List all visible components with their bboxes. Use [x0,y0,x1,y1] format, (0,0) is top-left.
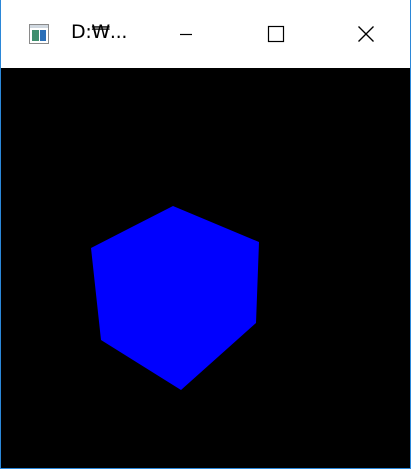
blue-cube [91,206,259,390]
close-icon [357,26,374,42]
minimize-button[interactable] [141,0,231,68]
title-bar[interactable]: D:₩... [1,0,410,68]
render-viewport[interactable] [1,68,410,468]
maximize-button[interactable] [231,0,321,68]
app-window: D:₩... [0,0,411,469]
cube-scene [91,206,259,390]
application-window-icon[interactable] [29,24,49,44]
close-button[interactable] [321,0,410,68]
window-title: D:₩... [71,21,128,43]
minimize-icon [180,33,192,36]
maximize-icon [267,25,285,43]
